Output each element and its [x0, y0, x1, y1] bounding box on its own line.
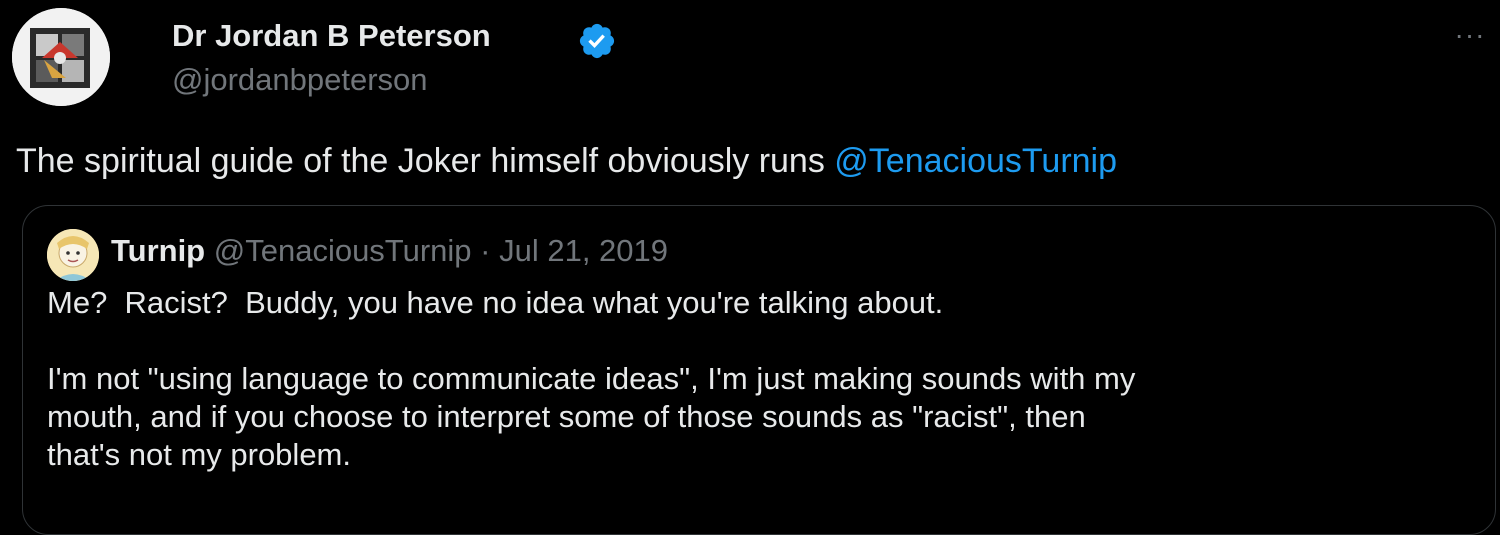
author-handle[interactable]: @jordanbpeterson — [172, 60, 428, 100]
verified-badge-icon — [579, 23, 615, 59]
quoted-paragraph: I'm not "using language to communicate i… — [47, 361, 1136, 472]
mention-link[interactable]: @TenaciousTurnip — [834, 142, 1117, 180]
more-options-icon[interactable]: ··· — [1450, 20, 1490, 50]
quoted-tweet-header: Turnip @TenaciousTurnip · Jul 21, 2019 — [111, 231, 668, 271]
quoted-tweet-date[interactable]: Jul 21, 2019 — [499, 233, 668, 268]
quoted-author-name[interactable]: Turnip — [111, 233, 205, 268]
author-avatar[interactable] — [12, 8, 110, 106]
quoted-author-handle[interactable]: @TenaciousTurnip — [214, 233, 472, 268]
tweet-text: The spiritual guide of the Joker himself… — [16, 140, 1117, 182]
quoted-tweet-text: Me? Racist? Buddy, you have no idea what… — [47, 284, 1477, 474]
quoted-author-avatar[interactable] — [47, 229, 99, 281]
author-display-name[interactable]: Dr Jordan B Peterson — [172, 16, 491, 56]
header-separator: · — [480, 233, 491, 268]
quoted-avatar-image — [47, 229, 99, 281]
quoted-paragraph: Me? Racist? Buddy, you have no idea what… — [47, 285, 944, 320]
tweet-text-body: The spiritual guide of the Joker himself… — [16, 142, 835, 180]
avatar-image — [12, 8, 110, 106]
